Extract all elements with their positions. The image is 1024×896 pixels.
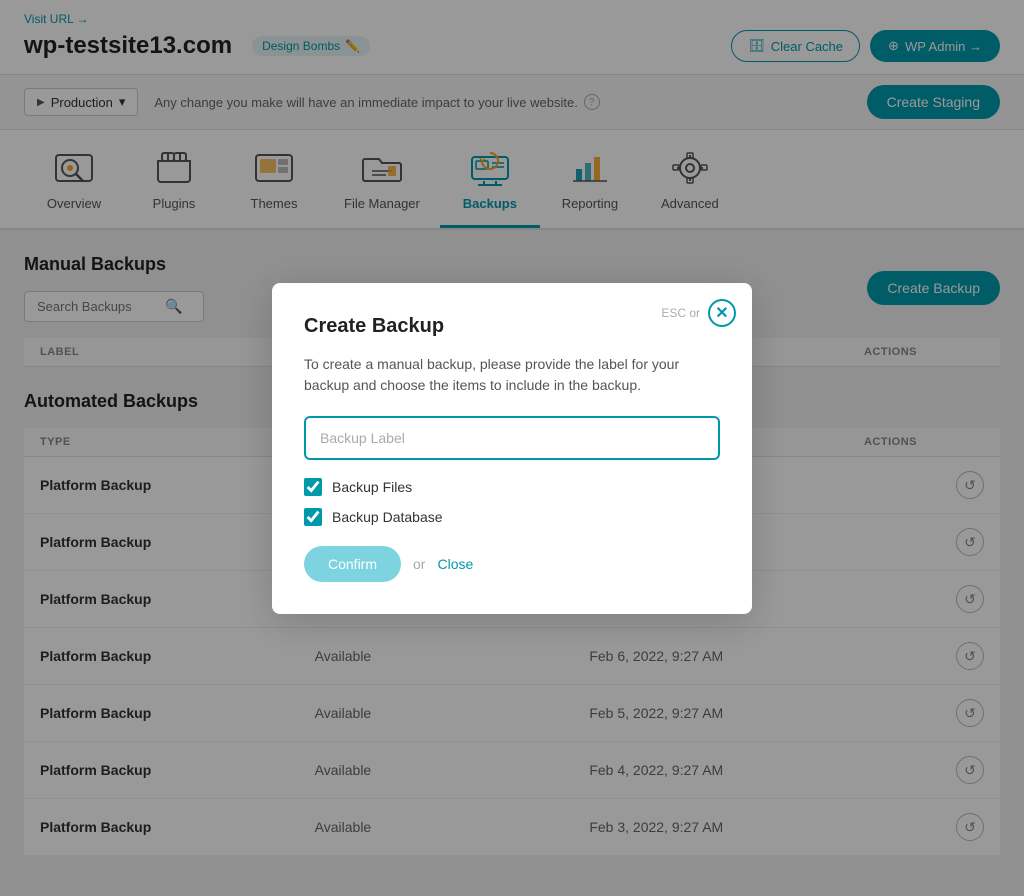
modal-description: To create a manual backup, please provid… bbox=[304, 354, 720, 396]
backup-database-label: Backup Database bbox=[332, 509, 443, 525]
modal-actions: Confirm or Close bbox=[304, 546, 720, 582]
modal-title: Create Backup bbox=[304, 315, 720, 338]
or-text: or bbox=[413, 556, 425, 572]
backup-files-row: Backup Files bbox=[304, 478, 720, 496]
backup-database-checkbox[interactable] bbox=[304, 508, 322, 526]
modal-close-row: ESC or ✕ bbox=[661, 299, 736, 327]
backup-files-label: Backup Files bbox=[332, 479, 412, 495]
create-backup-modal: ESC or ✕ Create Backup To create a manua… bbox=[272, 283, 752, 614]
confirm-button[interactable]: Confirm bbox=[304, 546, 401, 582]
backup-database-row: Backup Database bbox=[304, 508, 720, 526]
close-link-button[interactable]: Close bbox=[437, 556, 473, 572]
backup-label-input[interactable] bbox=[304, 416, 720, 460]
backup-files-checkbox[interactable] bbox=[304, 478, 322, 496]
esc-label: ESC or bbox=[661, 306, 700, 320]
modal-close-button[interactable]: ✕ bbox=[708, 299, 736, 327]
modal-overlay: ESC or ✕ Create Backup To create a manua… bbox=[0, 0, 1024, 896]
